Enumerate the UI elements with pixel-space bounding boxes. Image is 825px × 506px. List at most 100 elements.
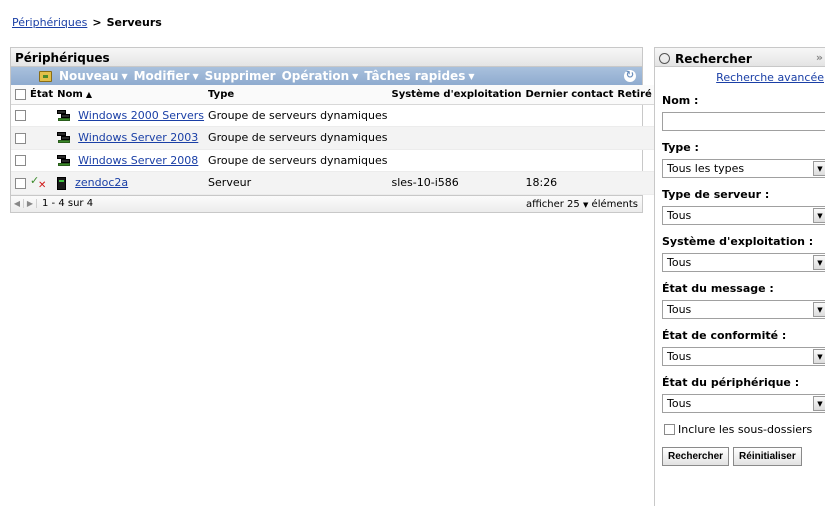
row-checkbox[interactable] [15, 132, 26, 144]
row-retired-cell [615, 104, 654, 127]
os-select[interactable]: Tous ▼ [662, 253, 825, 272]
row-name-cell: zendoc2a [55, 171, 207, 195]
chevron-down-icon: ▼ [813, 396, 825, 411]
device-state-select[interactable]: Tous ▼ [662, 394, 825, 413]
row-checkbox[interactable] [15, 110, 26, 122]
row-name-cell: Windows Server 2008 [55, 149, 207, 172]
os-select-value: Tous [667, 256, 692, 269]
device-state-select-value: Tous [667, 397, 692, 410]
include-subfolders-checkbox[interactable] [664, 424, 675, 435]
sort-ascending-icon: ▲ [85, 89, 92, 99]
row-name-cell: Windows Server 2003 [55, 126, 207, 150]
table-row[interactable]: Windows Server 2008 Groupe de serveurs d… [11, 149, 654, 172]
row-select-cell [11, 126, 28, 150]
server-type-select[interactable]: Tous ▼ [662, 206, 825, 225]
table-row[interactable]: Windows Server 2003 Groupe de serveurs d… [11, 126, 654, 150]
row-type-cell: Groupe de serveurs dynamiques [206, 149, 390, 172]
items-label: éléments [591, 198, 638, 210]
select-all-checkbox[interactable] [15, 88, 26, 100]
device-name-link[interactable]: Windows Server 2003 [78, 131, 198, 144]
chevron-down-icon: ▼ [121, 71, 128, 81]
items-per-page: afficher 25 ▼ éléments [526, 199, 638, 210]
breadcrumb-current: Serveurs [106, 16, 162, 29]
show-label: afficher [525, 198, 564, 210]
devices-panel-title: Périphériques [11, 48, 642, 67]
breadcrumb: Périphériques > Serveurs [12, 16, 162, 29]
device-state-label: État du périphérique : [662, 376, 800, 389]
table-header-row: État Nom ▲ Type Système d'exploitation De… [11, 85, 654, 105]
collapse-icon[interactable]: » [816, 51, 823, 64]
device-name-link[interactable]: Windows 2000 Servers [78, 109, 204, 122]
row-name-cell: Windows 2000 Servers [55, 104, 207, 127]
operation-menu[interactable]: Opération ▼ [282, 69, 359, 83]
modify-menu-label: Modifier [133, 69, 190, 83]
next-page-icon[interactable]: ▶ [24, 199, 37, 208]
row-last-contact-cell [523, 104, 616, 127]
devices-toolbar: Nouveau ▼ Modifier ▼ Supprimer Opération ▼ … [11, 67, 642, 85]
device-name-link[interactable]: Windows Server 2008 [78, 154, 198, 167]
row-status-cell [28, 149, 56, 172]
search-buttons: Rechercher Réinitialiser [662, 447, 825, 466]
type-select-value: Tous les types [667, 162, 745, 175]
new-menu[interactable]: Nouveau ▼ [39, 69, 128, 83]
search-icon [659, 53, 670, 64]
name-input[interactable] [662, 112, 825, 131]
include-subfolders-option: Inclure les sous-dossiers [664, 423, 825, 436]
chevron-down-icon: ▼ [813, 349, 825, 364]
message-state-select[interactable]: Tous ▼ [662, 300, 825, 319]
search-button[interactable]: Rechercher [662, 447, 730, 466]
select-all-cell [11, 85, 28, 105]
table-row[interactable]: Windows 2000 Servers Groupe de serveurs … [11, 104, 654, 127]
breadcrumb-link-devices[interactable]: Périphériques [12, 16, 87, 29]
row-os-cell [389, 126, 524, 150]
row-checkbox[interactable] [15, 155, 26, 167]
row-status-cell [28, 104, 56, 127]
items-per-page-select[interactable]: 25 ▼ [567, 199, 588, 210]
advanced-search-link[interactable]: Recherche avancée [655, 71, 825, 84]
new-menu-label: Nouveau [59, 69, 119, 83]
device-name-link[interactable]: zendoc2a [75, 176, 128, 189]
compliance-state-select[interactable]: Tous ▼ [662, 347, 825, 366]
row-os-cell [389, 104, 524, 127]
type-select[interactable]: Tous les types ▼ [662, 159, 825, 178]
new-folder-icon [39, 70, 52, 82]
chevron-down-icon: ▼ [813, 161, 825, 176]
row-last-contact-cell [523, 149, 616, 172]
row-type-cell: Serveur [206, 171, 390, 195]
compliance-state-select-value: Tous [667, 350, 692, 363]
chevron-down-icon: ▼ [813, 302, 825, 317]
row-checkbox[interactable] [15, 177, 26, 189]
column-header-name-label: Nom [57, 88, 83, 100]
reset-button[interactable]: Réinitialiser [733, 447, 802, 466]
os-label: Système d'exploitation : [662, 235, 814, 248]
previous-page-icon[interactable]: ◀ [11, 199, 24, 208]
compliance-error-icon: ✓ ✕ [30, 173, 47, 191]
delete-button[interactable]: Supprimer [205, 69, 276, 83]
row-retired-cell [615, 149, 654, 172]
column-header-type[interactable]: Type [206, 85, 390, 105]
column-header-name[interactable]: Nom ▲ [55, 85, 207, 105]
server-group-icon [57, 154, 71, 167]
items-per-page-value: 25 [567, 198, 580, 210]
message-state-select-value: Tous [667, 303, 692, 316]
search-panel: Rechercher » Recherche avancée Nom : Typ… [654, 47, 825, 506]
table-row[interactable]: ✓ ✕ zendoc2a Serveur sles-10-i586 18:26 [11, 171, 654, 195]
pagination-bar: ◀ ▶ 1 - 4 sur 4 afficher 25 ▼ éléments [11, 194, 642, 212]
row-select-cell [11, 171, 28, 195]
chevron-down-icon: ▼ [813, 255, 825, 270]
compliance-state-label: État de conformité : [662, 329, 787, 342]
row-retired-cell [615, 126, 654, 150]
refresh-icon[interactable]: ↻ [624, 70, 636, 82]
devices-table: État Nom ▲ Type Système d'exploitation De… [11, 85, 654, 195]
quick-tasks-menu[interactable]: Tâches rapides ▼ [364, 69, 474, 83]
column-header-retired[interactable]: Retiré [615, 85, 654, 105]
column-header-last-contact[interactable]: Dernier contact [523, 85, 616, 105]
row-type-cell: Groupe de serveurs dynamiques [206, 126, 390, 150]
column-header-os[interactable]: Système d'exploitation [389, 85, 524, 105]
modify-menu[interactable]: Modifier ▼ [134, 69, 199, 83]
pagination-range: 1 - 4 sur 4 [42, 198, 94, 209]
column-header-status[interactable]: État [28, 85, 56, 105]
row-status-cell: ✓ ✕ [28, 171, 56, 195]
search-panel-title-label: Rechercher [675, 51, 752, 66]
server-group-icon [57, 132, 71, 144]
